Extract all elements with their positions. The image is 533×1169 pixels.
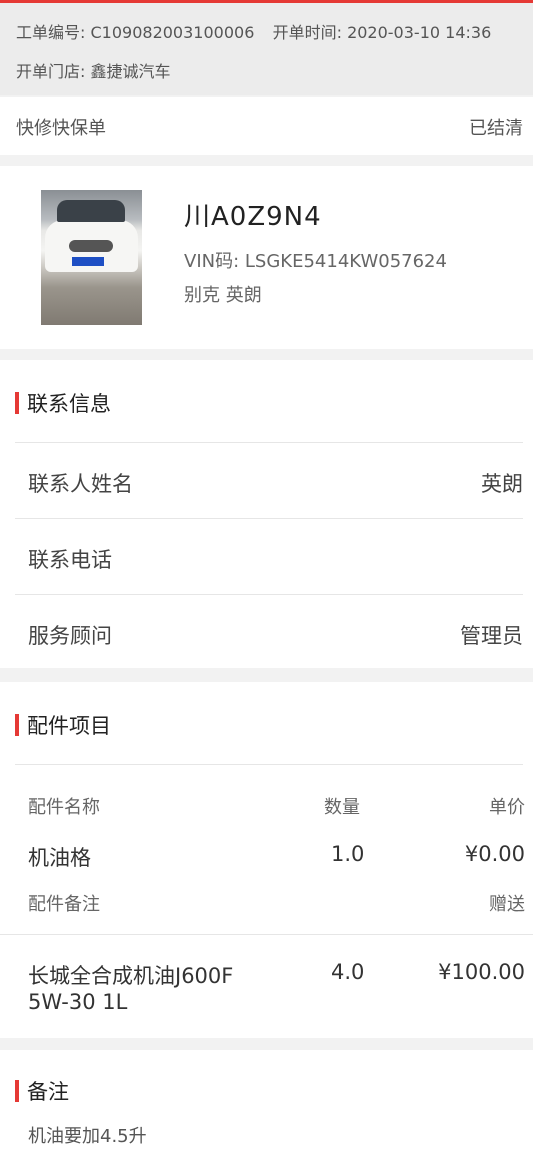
- remarks-text: 机油要加4.5升: [28, 1126, 147, 1147]
- contact-title-text: 联系信息: [27, 392, 111, 416]
- part-price: ¥0.00: [464, 842, 525, 866]
- part-name-line2: 5W-30 1L: [28, 990, 128, 1014]
- remarks-section-title: 备注: [15, 1076, 69, 1106]
- divider: [15, 764, 523, 765]
- order-time-value: 2020-03-10 14:36: [347, 23, 492, 42]
- vehicle-model: 别克 英朗: [184, 285, 262, 306]
- parts-header-price: 单价: [489, 797, 525, 818]
- parts-section: 配件项目 配件名称 数量 单价 机油格 1.0 ¥0.00 配件备注 赠送 长城…: [0, 682, 533, 1038]
- payment-status-badge: 已结清: [469, 118, 523, 139]
- section-accent-bar: [15, 714, 19, 736]
- divider: [0, 934, 533, 935]
- parts-title-text: 配件项目: [27, 714, 111, 738]
- order-number-label: 工单编号:: [16, 23, 86, 42]
- part-note-label: 配件备注: [28, 894, 100, 915]
- parts-header-qty: 数量: [324, 797, 360, 818]
- divider: [15, 442, 523, 443]
- contact-phone-label: 联系电话: [28, 548, 112, 572]
- order-header: 工单编号: C109082003100006 开单时间: 2020-03-10 …: [0, 3, 533, 95]
- order-type-label: 快修快保单: [16, 118, 106, 139]
- parts-header-name: 配件名称: [28, 797, 100, 818]
- car-photo[interactable]: [41, 190, 142, 325]
- order-store-line: 开单门店: 鑫捷诚汽车: [16, 58, 171, 82]
- part-name-line1: 长城全合成机油J600F: [28, 964, 234, 988]
- plate-number: 川A0Z9N4: [184, 202, 322, 232]
- contact-name-label: 联系人姓名: [28, 472, 133, 496]
- vin-line: VIN码: LSGKE5414KW057624: [184, 247, 447, 273]
- divider: [15, 594, 523, 595]
- divider: [15, 518, 523, 519]
- contact-section-title: 联系信息: [15, 388, 111, 418]
- order-store-value: 鑫捷诚汽车: [90, 62, 171, 81]
- part-price: ¥100.00: [438, 960, 525, 984]
- section-accent-bar: [15, 392, 19, 414]
- vin-value: LSGKE5414KW057624: [244, 251, 447, 272]
- order-time-label: 开单时间:: [272, 23, 342, 42]
- vin-label: VIN码:: [184, 251, 240, 272]
- part-name: 机油格: [28, 846, 91, 870]
- remarks-title-text: 备注: [27, 1080, 69, 1104]
- contact-name-value: 英朗: [481, 472, 523, 496]
- part-qty: 1.0: [331, 842, 365, 866]
- order-number-value: C109082003100006: [90, 23, 255, 42]
- section-accent-bar: [15, 1080, 19, 1102]
- vehicle-card[interactable]: 川A0Z9N4 VIN码: LSGKE5414KW057624 别克 英朗: [0, 166, 533, 349]
- service-advisor-value: 管理员: [460, 624, 523, 648]
- order-store-label: 开单门店:: [16, 62, 86, 81]
- contact-section: 联系信息 联系人姓名 英朗 联系电话 服务顾问 管理员: [0, 360, 533, 668]
- remarks-section: 备注 机油要加4.5升: [0, 1050, 533, 1169]
- part-qty: 4.0: [331, 960, 365, 984]
- parts-section-title: 配件项目: [15, 710, 111, 740]
- part-note-value: 赠送: [489, 894, 525, 915]
- order-type-row: 快修快保单 已结清: [0, 97, 533, 155]
- order-number-line: 工单编号: C109082003100006 开单时间: 2020-03-10 …: [16, 19, 491, 43]
- service-advisor-label: 服务顾问: [28, 624, 112, 648]
